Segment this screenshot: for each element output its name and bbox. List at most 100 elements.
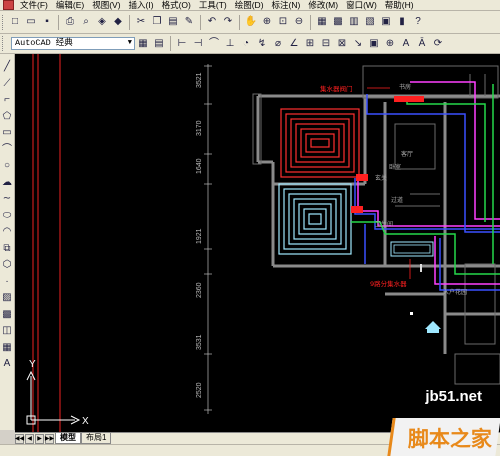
room-label-study: 书房 (399, 83, 411, 91)
tolerance-icon[interactable]: ▣ (367, 37, 381, 51)
design-center-icon[interactable]: ▩ (331, 15, 345, 29)
menu-view[interactable]: 视图(V) (88, 0, 124, 11)
match-properties-icon[interactable]: ✎ (182, 15, 196, 29)
workspace-save-icon[interactable]: ▤ (152, 37, 166, 51)
line-icon[interactable]: ╱ (1, 60, 13, 74)
menu-window[interactable]: 窗口(W) (342, 0, 381, 11)
aligned-dimension-icon[interactable]: ⊣ (191, 37, 205, 51)
last-tab-icon[interactable]: ▶▶ (45, 433, 54, 444)
menu-bar: 文件(F) 编辑(E) 视图(V) 插入(I) 格式(O) 工具(T) 绘图(D… (0, 0, 500, 11)
diameter-dimension-icon[interactable]: ⌀ (271, 37, 285, 51)
tab-model[interactable]: 模型 (55, 433, 81, 444)
workspace-settings-icon[interactable]: ▦ (136, 37, 150, 51)
arc-icon[interactable]: ⌒ (1, 143, 13, 157)
ellipse-arc-icon[interactable]: ◠ (1, 225, 13, 239)
annotation-valve-top: 集水器阀门 (320, 84, 353, 93)
dimension-text-edit-icon[interactable]: Ā (415, 37, 429, 51)
open-folder-icon[interactable]: ▭ (24, 15, 38, 29)
print-icon[interactable]: ⎙ (63, 15, 77, 29)
publish-icon[interactable]: ◈ (95, 15, 109, 29)
baseline-dimension-icon[interactable]: ⊟ (319, 37, 333, 51)
angular-dimension-icon[interactable]: ∠ (287, 37, 301, 51)
insert-block-icon[interactable]: ⧉ (1, 242, 13, 256)
zoom-realtime-icon[interactable]: ⊕ (260, 15, 274, 29)
menu-edit[interactable]: 编辑(E) (52, 0, 88, 11)
floor-plan-drawing: 3521 3170 1640 1921 2360 3531 2520 集水器阀门… (26, 54, 500, 432)
copy-icon[interactable]: ❐ (150, 15, 164, 29)
rectangle-icon[interactable]: ▭ (1, 126, 13, 140)
ucs-icon (26, 370, 81, 425)
radius-dimension-icon[interactable]: ◔ (239, 37, 253, 51)
markup-icon[interactable]: ▣ (379, 15, 393, 29)
table-icon[interactable]: ▦ (1, 341, 13, 355)
workspace-dropdown[interactable]: AutoCAD 经典 ▼ (11, 37, 135, 50)
app-icon[interactable] (3, 0, 14, 10)
continue-dimension-icon[interactable]: ⊠ (335, 37, 349, 51)
next-tab-icon[interactable]: ▶ (35, 433, 44, 444)
workspace-value: AutoCAD 经典 (15, 38, 73, 48)
point-icon[interactable]: · (1, 275, 13, 289)
menu-help[interactable]: 帮助(H) (381, 0, 418, 11)
polyline-icon[interactable]: ⌐ (1, 93, 13, 107)
dimension-edit-icon[interactable]: A (399, 37, 413, 51)
polygon-icon[interactable]: ⬠ (1, 110, 13, 124)
undo-icon[interactable]: ↶ (205, 15, 219, 29)
plot-icon[interactable]: ◆ (111, 15, 125, 29)
prev-tab-icon[interactable]: ◀ (25, 433, 34, 444)
calculator-icon[interactable]: ▮ (395, 15, 409, 29)
menu-insert[interactable]: 插入(I) (125, 0, 158, 11)
multiline-text-icon[interactable]: A (1, 357, 13, 371)
supply-pipes (351, 81, 500, 291)
save-icon[interactable]: ▪ (40, 15, 54, 29)
dimension-toolbar: AutoCAD 经典 ▼ ▦ ▤ ⊢ ⊣ ⌒ ⊥ ◔ ↯ ⌀ ∠ ⊞ ⊟ ⊠ ↘… (0, 34, 500, 54)
dimension-label: 3521 (196, 72, 203, 88)
print-preview-icon[interactable]: ⌕ (79, 15, 93, 29)
room-label-living: 客厅 (401, 150, 413, 158)
spline-icon[interactable]: ∼ (1, 192, 13, 206)
watermark: jb51.net 脚本之家 (387, 386, 500, 456)
tab-layout1[interactable]: 布局1 (81, 433, 112, 444)
make-block-icon[interactable]: ⬡ (1, 258, 13, 272)
ordinate-dimension-icon[interactable]: ⊥ (223, 37, 237, 51)
jogged-dimension-icon[interactable]: ↯ (255, 37, 269, 51)
region-icon[interactable]: ◫ (1, 324, 13, 338)
pan-icon[interactable]: ✋ (244, 15, 258, 29)
arc-length-icon[interactable]: ⌒ (207, 37, 221, 51)
zoom-previous-icon[interactable]: ⊖ (292, 15, 306, 29)
linear-dimension-icon[interactable]: ⊢ (175, 37, 189, 51)
quick-leader-icon[interactable]: ↘ (351, 37, 365, 51)
hatch-icon[interactable]: ▨ (1, 291, 13, 305)
construction-line-icon[interactable]: ⟋ (1, 77, 13, 91)
redo-icon[interactable]: ↷ (221, 15, 235, 29)
menu-draw[interactable]: 绘图(D) (231, 0, 268, 11)
ellipse-icon[interactable]: ⬭ (1, 209, 13, 223)
drawing-canvas[interactable]: 3521 3170 1640 1921 2360 3531 2520 集水器阀门… (15, 54, 500, 432)
gradient-icon[interactable]: ▩ (1, 308, 13, 322)
toolbar-grip[interactable] (2, 14, 5, 30)
paste-icon[interactable]: ▤ (166, 15, 180, 29)
first-tab-icon[interactable]: ◀◀ (15, 433, 24, 444)
toolbar-grip-2[interactable] (2, 36, 5, 51)
watermark-site: jb51.net (425, 388, 482, 405)
menu-file[interactable]: 文件(F) (16, 0, 52, 11)
annotation-valve-bottom: 9路分集水器 (370, 279, 407, 288)
menu-format[interactable]: 格式(O) (158, 0, 195, 11)
cut-icon[interactable]: ✂ (134, 15, 148, 29)
zoom-window-icon[interactable]: ⊡ (276, 15, 290, 29)
properties-icon[interactable]: ▦ (315, 15, 329, 29)
room-label-entry: 玄关 (375, 174, 387, 182)
new-file-icon[interactable]: □ (8, 15, 22, 29)
circle-icon[interactable]: ○ (1, 159, 13, 173)
plan-symbols (410, 264, 441, 333)
help-icon[interactable]: ? (411, 15, 425, 29)
tool-palettes-icon[interactable]: ▥ (347, 15, 361, 29)
revision-cloud-icon[interactable]: ☁ (1, 176, 13, 190)
menu-dimension[interactable]: 标注(N) (268, 0, 305, 11)
sheet-set-icon[interactable]: ▧ (363, 15, 377, 29)
menu-modify[interactable]: 修改(M) (304, 0, 342, 11)
center-mark-icon[interactable]: ⊕ (383, 37, 397, 51)
menu-tools[interactable]: 工具(T) (195, 0, 231, 11)
heating-coil-cyan (278, 183, 352, 255)
dimension-update-icon[interactable]: ⟳ (431, 37, 445, 51)
quick-dimension-icon[interactable]: ⊞ (303, 37, 317, 51)
